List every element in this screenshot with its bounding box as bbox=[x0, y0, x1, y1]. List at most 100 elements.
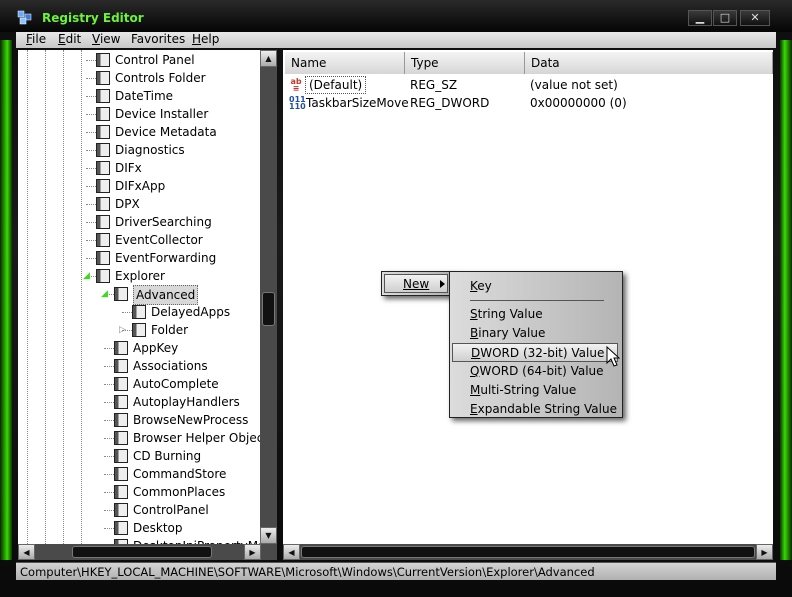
tree-hscroll-thumb[interactable] bbox=[72, 546, 212, 558]
collapsed-node-icon[interactable]: ▷ bbox=[119, 326, 127, 335]
tree-node-browser-helper-objects[interactable]: Browser Helper Objects bbox=[114, 429, 276, 447]
value-name[interactable]: TaskbarSizeMove bbox=[306, 94, 409, 112]
scroll-right-button[interactable]: ▶ bbox=[244, 544, 261, 560]
list-hscroll-thumb[interactable] bbox=[301, 546, 755, 558]
arrow-left-icon: ◀ bbox=[288, 548, 295, 557]
maximize-button[interactable]: □ bbox=[713, 10, 737, 26]
registry-key-folder-icon bbox=[96, 179, 110, 193]
registry-key-folder-icon bbox=[114, 485, 128, 499]
tree-node-difxapp[interactable]: DIFxApp bbox=[96, 177, 276, 195]
tree-node-driversearching[interactable]: DriverSearching bbox=[96, 213, 276, 231]
column-header-type[interactable]: Type bbox=[405, 52, 525, 74]
menu-bar: File Edit View Favorites Help bbox=[16, 32, 776, 48]
tree-node-label: Device Installer bbox=[115, 107, 209, 121]
tree-node-folder[interactable]: Folder bbox=[132, 321, 276, 339]
scroll-down-button[interactable]: ▼ bbox=[260, 527, 277, 544]
submenu-item-binary-value[interactable]: Binary Value bbox=[454, 324, 620, 343]
tree-node-label: Device Metadata bbox=[115, 125, 217, 139]
tree-guide-line bbox=[27, 50, 28, 544]
submenu-item-qword-64-bit-value[interactable]: QWORD (64-bit) Value bbox=[454, 362, 620, 381]
tree-node-label: CD Burning bbox=[133, 449, 202, 463]
tree-node-control-panel[interactable]: Control Panel bbox=[96, 51, 276, 69]
scroll-left-button[interactable]: ◀ bbox=[18, 544, 35, 560]
tree-node-commonplaces[interactable]: CommonPlaces bbox=[114, 483, 276, 501]
menu-edit-label: dit bbox=[65, 32, 82, 46]
left-glow-border bbox=[0, 40, 12, 560]
submenu-item-label: WORD (32-bit) Value bbox=[480, 346, 605, 360]
tree-node-label: ControlPanel bbox=[133, 503, 209, 517]
tree-node-delayedapps[interactable]: DelayedApps bbox=[132, 303, 276, 321]
tree-scroll-thumb[interactable] bbox=[262, 292, 275, 326]
tree-node-appkey[interactable]: AppKey bbox=[114, 339, 276, 357]
tree-node-label: DesktopIniPropertyMap bbox=[133, 537, 273, 544]
tree-node-explorer[interactable]: Explorer bbox=[96, 267, 276, 285]
minimize-icon: ▁ bbox=[695, 11, 705, 24]
expanded-node-icon[interactable]: ◢ bbox=[101, 290, 109, 299]
tree-node-label: DriverSearching bbox=[115, 215, 212, 229]
tree-connector bbox=[104, 528, 114, 529]
tree-node-associations[interactable]: Associations bbox=[114, 357, 276, 375]
tree-node-label: DateTime bbox=[115, 89, 174, 103]
column-header-name[interactable]: Name bbox=[285, 52, 405, 74]
submenu-item-multi-string-value[interactable]: Multi-String Value bbox=[454, 381, 620, 400]
tree-connector bbox=[86, 204, 96, 205]
registry-key-folder-icon bbox=[114, 521, 128, 535]
context-menu-new[interactable]: New bbox=[384, 274, 448, 293]
menu-help[interactable]: Help bbox=[192, 32, 219, 48]
scroll-up-button[interactable]: ▲ bbox=[260, 50, 277, 67]
scroll-right-button[interactable]: ▶ bbox=[756, 544, 773, 560]
tree-node-controlpanel[interactable]: ControlPanel bbox=[114, 501, 276, 519]
tree-node-autocomplete[interactable]: AutoComplete bbox=[114, 375, 276, 393]
registry-key-folder-icon bbox=[114, 449, 128, 463]
tree-node-browsenewprocess[interactable]: BrowseNewProcess bbox=[114, 411, 276, 429]
tree-connector bbox=[104, 366, 114, 367]
tree-node-advanced[interactable]: Advanced bbox=[114, 285, 276, 305]
menu-separator bbox=[470, 300, 604, 301]
tree-node-eventcollector[interactable]: EventCollector bbox=[96, 231, 276, 249]
scroll-left-button[interactable]: ◀ bbox=[283, 544, 300, 560]
menu-file[interactable]: File bbox=[26, 32, 46, 48]
tree-node-device-installer[interactable]: Device Installer bbox=[96, 105, 276, 123]
arrow-right-icon: ▶ bbox=[761, 548, 768, 557]
tree-horizontal-scrollbar[interactable]: ◀ ▶ bbox=[18, 544, 277, 560]
registry-key-folder-icon bbox=[114, 431, 128, 445]
tree-connector bbox=[104, 420, 114, 421]
submenu-item-label: ey bbox=[477, 279, 492, 293]
tree-node-commandstore[interactable]: CommandStore bbox=[114, 465, 276, 483]
menu-view[interactable]: View bbox=[92, 32, 120, 48]
tree-node-cd-burning[interactable]: CD Burning bbox=[114, 447, 276, 465]
tree-node-datetime[interactable]: DateTime bbox=[96, 87, 276, 105]
close-button[interactable]: ✕ bbox=[740, 10, 770, 26]
tree-node-dpx[interactable]: DPX bbox=[96, 195, 276, 213]
menu-favorites[interactable]: Favorites bbox=[131, 32, 185, 48]
registry-tree[interactable]: Control Panel Controls Folder DateTime Devi… bbox=[18, 50, 276, 544]
value-name[interactable]: (Default) bbox=[305, 76, 367, 94]
list-horizontal-scrollbar[interactable]: ◀ ▶ bbox=[283, 544, 773, 560]
submenu-item-string-value[interactable]: String Value bbox=[454, 305, 620, 324]
tree-node-autoplayhandlers[interactable]: AutoplayHandlers bbox=[114, 393, 276, 411]
tree-connector bbox=[86, 150, 96, 151]
submenu-item-expandable-string-value[interactable]: Expandable String Value bbox=[454, 400, 620, 419]
tree-connector bbox=[104, 438, 114, 439]
title-bar[interactable]: Registry Editor ▁ □ ✕ bbox=[0, 0, 792, 32]
registry-key-folder-icon bbox=[96, 233, 110, 247]
column-header-data[interactable]: Data bbox=[525, 52, 773, 74]
tree-node-desktopinipropertymap[interactable]: DesktopIniPropertyMap bbox=[114, 537, 276, 544]
submenu-item-accel: E bbox=[470, 402, 478, 416]
tree-connector bbox=[122, 312, 132, 313]
menu-edit[interactable]: Edit bbox=[58, 32, 81, 48]
tree-node-controls-folder[interactable]: Controls Folder bbox=[96, 69, 276, 87]
minimize-button[interactable]: ▁ bbox=[688, 10, 712, 26]
registry-editor-icon bbox=[17, 10, 32, 25]
registry-key-folder-icon bbox=[96, 215, 110, 229]
tree-node-difx[interactable]: DIFx bbox=[96, 159, 276, 177]
expanded-node-icon[interactable]: ◢ bbox=[83, 272, 91, 281]
tree-node-diagnostics[interactable]: Diagnostics bbox=[96, 141, 276, 159]
submenu-item-key[interactable]: Key bbox=[454, 277, 620, 296]
tree-node-eventforwarding[interactable]: EventForwarding bbox=[96, 249, 276, 267]
submenu-item-dword-32-bit-value[interactable]: DWORD (32-bit) Value bbox=[452, 343, 618, 362]
tree-node-label: Desktop bbox=[133, 521, 183, 535]
tree-node-device-metadata[interactable]: Device Metadata bbox=[96, 123, 276, 141]
tree-node-desktop[interactable]: Desktop bbox=[114, 519, 276, 537]
tree-vertical-scrollbar[interactable]: ▲ ▼ bbox=[260, 50, 277, 544]
